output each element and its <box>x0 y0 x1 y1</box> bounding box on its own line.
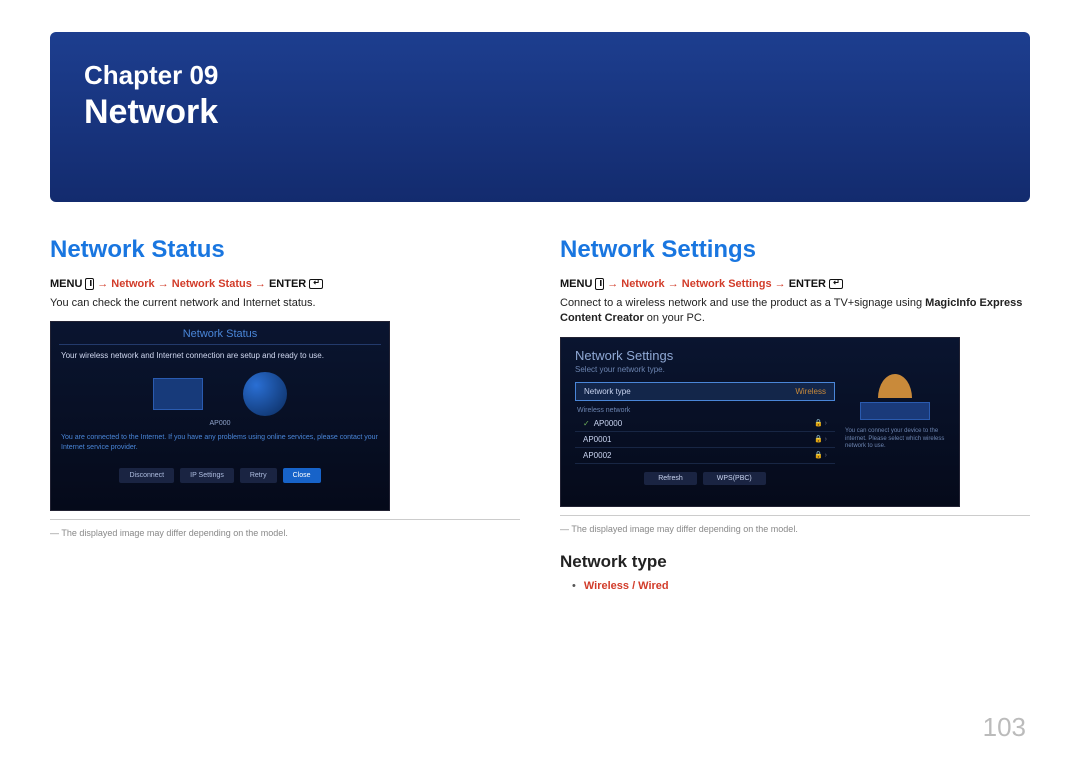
ss-btn-close[interactable]: Close <box>283 468 321 483</box>
menu-enter-label: ENTER <box>269 278 309 290</box>
tv-icon <box>153 378 203 410</box>
page-root: Chapter 09 Network Network Status MENU I… <box>0 0 1080 763</box>
ss-ap-row-2[interactable]: AP0002 🔒 › <box>575 448 835 464</box>
menu-prefix: MENU <box>560 278 595 290</box>
chapter-title: Network <box>84 93 996 132</box>
menu-path-status: MENU III → Network → Network Status → EN… <box>50 278 520 290</box>
ss-right-pane: You can connect your device to the inter… <box>845 348 945 496</box>
column-network-settings: Network Settings MENU III → Network → Ne… <box>560 236 1030 592</box>
menu-icon: III <box>595 278 604 290</box>
wifi-icon <box>878 374 912 398</box>
enter-icon <box>309 279 323 289</box>
ss-row-label: Network type <box>584 387 631 396</box>
lock-icon: 🔒 › <box>814 451 827 459</box>
menu-prefix: MENU <box>50 278 85 290</box>
desc-a: Connect to a wireless network and use th… <box>560 297 925 309</box>
divider <box>50 519 520 520</box>
ap0-name: AP0000 <box>594 419 622 428</box>
ss-sub: Select your network type. <box>575 365 835 374</box>
ss-actions: Refresh WPS(PBC) <box>575 472 835 485</box>
ss-btn-refresh[interactable]: Refresh <box>644 472 697 485</box>
menu-path-red: → Network → Network Settings → <box>607 278 789 290</box>
device-icon <box>860 402 930 420</box>
ss-heading: Network Settings <box>575 348 835 363</box>
page-number: 103 <box>983 712 1026 743</box>
ss-row-network-type[interactable]: Network type Wireless <box>575 382 835 401</box>
status-description: You can check the current network and In… <box>50 296 520 311</box>
ss-diagram <box>59 372 381 416</box>
ss-ap-label: AP000 <box>59 420 381 427</box>
ss-btn-retry[interactable]: Retry <box>240 468 277 483</box>
ss-btn-disconnect[interactable]: Disconnect <box>119 468 174 483</box>
screenshot-network-settings: Network Settings Select your network typ… <box>560 337 960 507</box>
subheading-network-type: Network type <box>560 552 1030 572</box>
desc-c: on your PC. <box>644 312 705 324</box>
ap1-name: AP0001 <box>583 435 611 444</box>
enter-icon <box>829 279 843 289</box>
screenshot-network-status: Network Status Your wireless network and… <box>50 321 390 511</box>
ss-list-label: Wireless network <box>577 407 835 414</box>
menu-enter-label: ENTER <box>789 278 829 290</box>
ss-btn-ip-settings[interactable]: IP Settings <box>180 468 234 483</box>
ss-line1: Your wireless network and Internet conne… <box>61 351 379 360</box>
menu-icon: III <box>85 278 94 290</box>
ss-ap-row-0[interactable]: ✓ AP0000 🔒 › <box>575 416 835 432</box>
check-icon: ✓ <box>583 419 590 428</box>
content-columns: Network Status MENU III → Network → Netw… <box>50 236 1030 592</box>
chapter-banner: Chapter 09 Network <box>50 32 1030 202</box>
ss-buttons: Disconnect IP Settings Retry Close <box>59 468 381 483</box>
heading-network-settings: Network Settings <box>560 236 1030 264</box>
footnote-left: ― The displayed image may differ dependi… <box>50 528 520 538</box>
lock-icon: 🔒 › <box>814 419 827 427</box>
bullet-wireless-wired: Wireless / Wired <box>572 580 1030 592</box>
column-network-status: Network Status MENU III → Network → Netw… <box>50 236 520 592</box>
ss-tip: You can connect your device to the inter… <box>845 428 945 451</box>
settings-description: Connect to a wireless network and use th… <box>560 296 1030 327</box>
chapter-label: Chapter 09 <box>84 60 996 91</box>
heading-network-status: Network Status <box>50 236 520 264</box>
globe-icon <box>243 372 287 416</box>
ap2-name: AP0002 <box>583 451 611 460</box>
footnote-right: ― The displayed image may differ dependi… <box>560 524 1030 534</box>
menu-path-settings: MENU III → Network → Network Settings → … <box>560 278 1030 290</box>
ss-title: Network Status <box>59 328 381 345</box>
ss-btn-wps[interactable]: WPS(PBC) <box>703 472 766 485</box>
ss-ap-row-1[interactable]: AP0001 🔒 › <box>575 432 835 448</box>
ss-row-value: Wireless <box>795 387 826 396</box>
menu-path-red: → Network → Network Status → <box>97 278 269 290</box>
ss-line2: You are connected to the Internet. If yo… <box>61 433 379 451</box>
ss-left-pane: Network Settings Select your network typ… <box>575 348 835 496</box>
lock-icon: 🔒 › <box>814 435 827 443</box>
divider <box>560 515 1030 516</box>
